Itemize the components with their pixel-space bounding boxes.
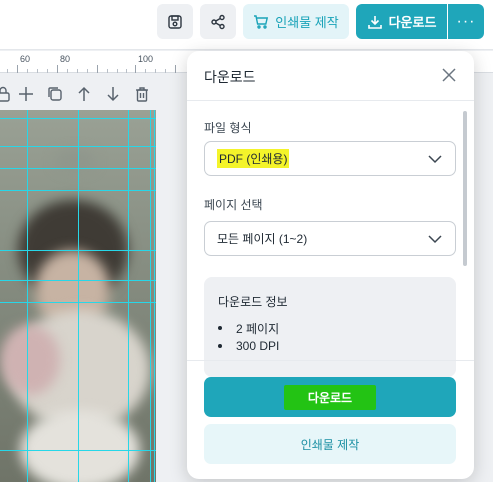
download-icon <box>367 15 382 29</box>
download-submit-button[interactable]: 다운로드 <box>204 377 456 417</box>
element-toolbar <box>0 79 200 109</box>
info-list: 2 페이지 300 DPI <box>218 319 279 355</box>
guide-line <box>128 110 129 482</box>
ruler-minor-tick <box>155 69 156 73</box>
ruler-minor-tick <box>87 69 88 73</box>
guide-line <box>0 250 156 251</box>
list-item: 300 DPI <box>218 337 279 355</box>
print-order-button[interactable]: 인쇄물 제작 <box>243 4 349 39</box>
more-options-button[interactable]: ··· <box>448 4 484 39</box>
info-item-pages: 2 페이지 <box>236 321 280 336</box>
download-button[interactable]: 다운로드 <box>356 4 447 39</box>
page-select[interactable]: 모든 페이지 (1~2) <box>204 221 456 256</box>
ruler-minor-tick <box>126 69 127 73</box>
ruler-label: 100 <box>138 54 154 64</box>
share-button[interactable] <box>200 4 236 39</box>
print-order-label: 인쇄물 제작 <box>275 15 339 30</box>
ruler-minor-tick <box>165 69 166 73</box>
ruler-minor-tick <box>67 69 68 73</box>
ruler-tick <box>17 65 18 73</box>
ruler-minor-tick <box>37 69 38 73</box>
ruler-minor-tick <box>77 69 78 73</box>
photo-bouquet <box>0 325 60 395</box>
divider <box>187 360 474 361</box>
guide-line <box>0 168 156 169</box>
top-toolbar: 인쇄물 제작 다운로드 ··· <box>0 0 493 50</box>
download-label: 다운로드 <box>388 15 437 30</box>
cart-icon <box>254 14 269 29</box>
save-button[interactable] <box>157 4 193 39</box>
guide-line <box>0 302 156 303</box>
download-info-box: 다운로드 정보 2 페이지 300 DPI <box>204 277 456 377</box>
ruler-tick <box>57 65 58 73</box>
guide-line <box>0 118 156 119</box>
guide-line <box>0 280 156 281</box>
divider <box>187 100 474 101</box>
guide-line <box>78 110 79 482</box>
arrow-up-icon[interactable] <box>75 85 93 103</box>
arrow-down-icon[interactable] <box>104 85 122 103</box>
ruler-label: 80 <box>60 54 71 64</box>
bullet-icon <box>218 326 222 330</box>
page-select-value: 모든 페이지 (1~2) <box>217 232 308 246</box>
ruler-minor-tick <box>47 69 48 73</box>
chevron-down-icon <box>428 155 442 164</box>
ruler-minor-tick <box>145 69 146 73</box>
panel-scrollbar[interactable] <box>463 111 467 266</box>
chevron-down-icon <box>428 235 442 244</box>
duplicate-icon[interactable] <box>46 85 64 103</box>
design-canvas-photo[interactable] <box>0 110 156 482</box>
download-panel: 다운로드 파일 형식 PDF (인쇄용) 페이지 선택 모든 페이지 (1~2)… <box>187 51 474 479</box>
guide-line <box>0 450 156 451</box>
info-item-dpi: 300 DPI <box>236 339 280 353</box>
floppy-disk-icon <box>168 14 182 29</box>
file-format-label: 파일 형식 <box>204 121 252 135</box>
ruler-minor-tick <box>27 69 28 73</box>
photo-skirt <box>20 410 140 482</box>
ruler-minor-tick <box>7 69 8 73</box>
download-submit-label: 다운로드 <box>283 384 377 410</box>
guide-line <box>150 110 151 482</box>
bullet-icon <box>218 344 222 348</box>
guide-line <box>0 190 156 191</box>
ruler-tick <box>135 65 136 73</box>
ruler-minor-tick <box>107 69 108 73</box>
more-dots-icon: ··· <box>456 12 476 30</box>
list-item: 2 페이지 <box>218 319 279 337</box>
page-select-label: 페이지 선택 <box>204 198 263 212</box>
info-title: 다운로드 정보 <box>218 295 288 309</box>
share-icon <box>211 14 225 29</box>
file-format-value: PDF (인쇄용) <box>217 149 290 168</box>
ruler-tick <box>97 65 98 73</box>
file-format-select[interactable]: PDF (인쇄용) <box>204 141 456 176</box>
print-order-panel-button[interactable]: 인쇄물 제작 <box>204 424 456 464</box>
print-order-panel-label: 인쇄물 제작 <box>300 437 360 452</box>
ruler-label: 60 <box>20 54 31 64</box>
ruler-minor-tick <box>117 69 118 73</box>
panel-title: 다운로드 <box>204 69 256 85</box>
guide-line <box>27 110 28 482</box>
lock-icon[interactable] <box>0 85 12 103</box>
close-icon[interactable] <box>440 66 458 84</box>
ruler-tick <box>175 65 176 73</box>
trash-icon[interactable] <box>133 85 151 103</box>
guide-line <box>0 146 156 147</box>
guide-line <box>154 110 155 482</box>
plus-icon[interactable] <box>17 85 35 103</box>
